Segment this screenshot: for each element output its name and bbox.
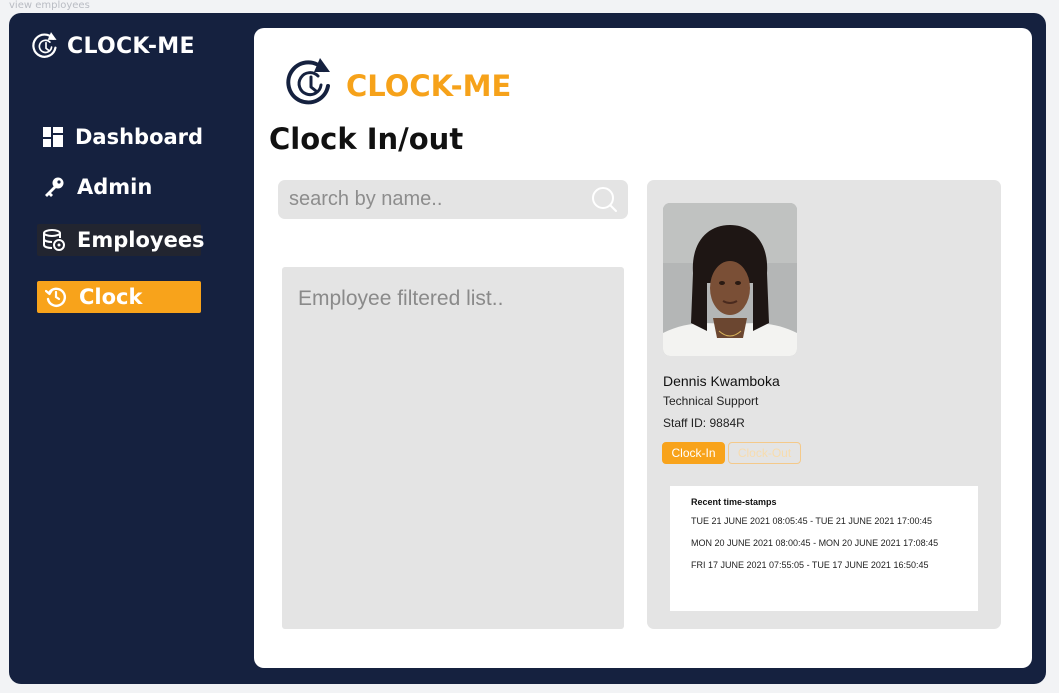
clock-logo-icon [286,58,330,105]
clock-in-button[interactable]: Clock-In [662,442,725,464]
employee-name: Dennis Kwamboka [663,373,780,389]
main-brand: CLOCK-ME [284,56,511,110]
sidebar-item-label: Clock [79,285,143,309]
sidebar-item-admin[interactable]: Admin [37,171,203,203]
employee-role: Technical Support [663,394,759,408]
sidebar-item-label: Admin [77,175,153,199]
list-placeholder: Employee filtered list.. [298,287,504,310]
sidebar-item-clock[interactable]: Clock [37,281,201,313]
timestamp-entry: TUE 21 JUNE 2021 08:05:45 - TUE 21 JUNE … [691,516,932,526]
main-panel: CLOCK-ME Clock In/out Employee filtered … [254,28,1032,668]
search-icon[interactable] [591,186,618,213]
database-icon [43,229,65,251]
sidebar-brand[interactable]: CLOCK-ME [31,31,195,61]
search-box[interactable] [278,180,628,219]
employee-list[interactable]: Employee filtered list.. [282,267,624,629]
grid-icon [43,126,63,148]
brand-name: CLOCK-ME [346,69,512,103]
app-window: CLOCK-ME Dashboard Admin Employees Clock… [9,13,1046,684]
clock-logo-icon [32,32,57,58]
recent-timestamps-card: Recent time-stamps TUE 21 JUNE 2021 08:0… [670,486,978,611]
employee-staff-id: Staff ID: 9884R [663,416,745,430]
frame-label: view employees [9,0,90,11]
sidebar-item-employees[interactable]: Employees [37,224,205,256]
search-input[interactable] [278,188,578,211]
sidebar-nav: Dashboard Admin Employees Clock [37,121,205,313]
brand-name: CLOCK-ME [67,33,195,59]
avatar [663,203,797,356]
timestamps-title: Recent time-stamps [691,497,777,507]
employee-profile-card: Dennis Kwamboka Technical Support Staff … [647,180,1001,629]
key-icon [43,176,65,198]
sidebar-item-label: Dashboard [75,125,204,149]
sidebar-item-dashboard[interactable]: Dashboard [37,121,203,153]
sidebar-item-label: Employees [77,228,205,252]
page-title: Clock In/out [269,122,464,156]
clock-out-button[interactable]: Clock-Out [728,442,801,464]
history-icon [45,286,67,308]
timestamp-entry: MON 20 JUNE 2021 08:00:45 - MON 20 JUNE … [691,538,939,548]
timestamp-entry: FRI 17 JUNE 2021 07:55:05 - TUE 17 JUNE … [691,560,929,570]
